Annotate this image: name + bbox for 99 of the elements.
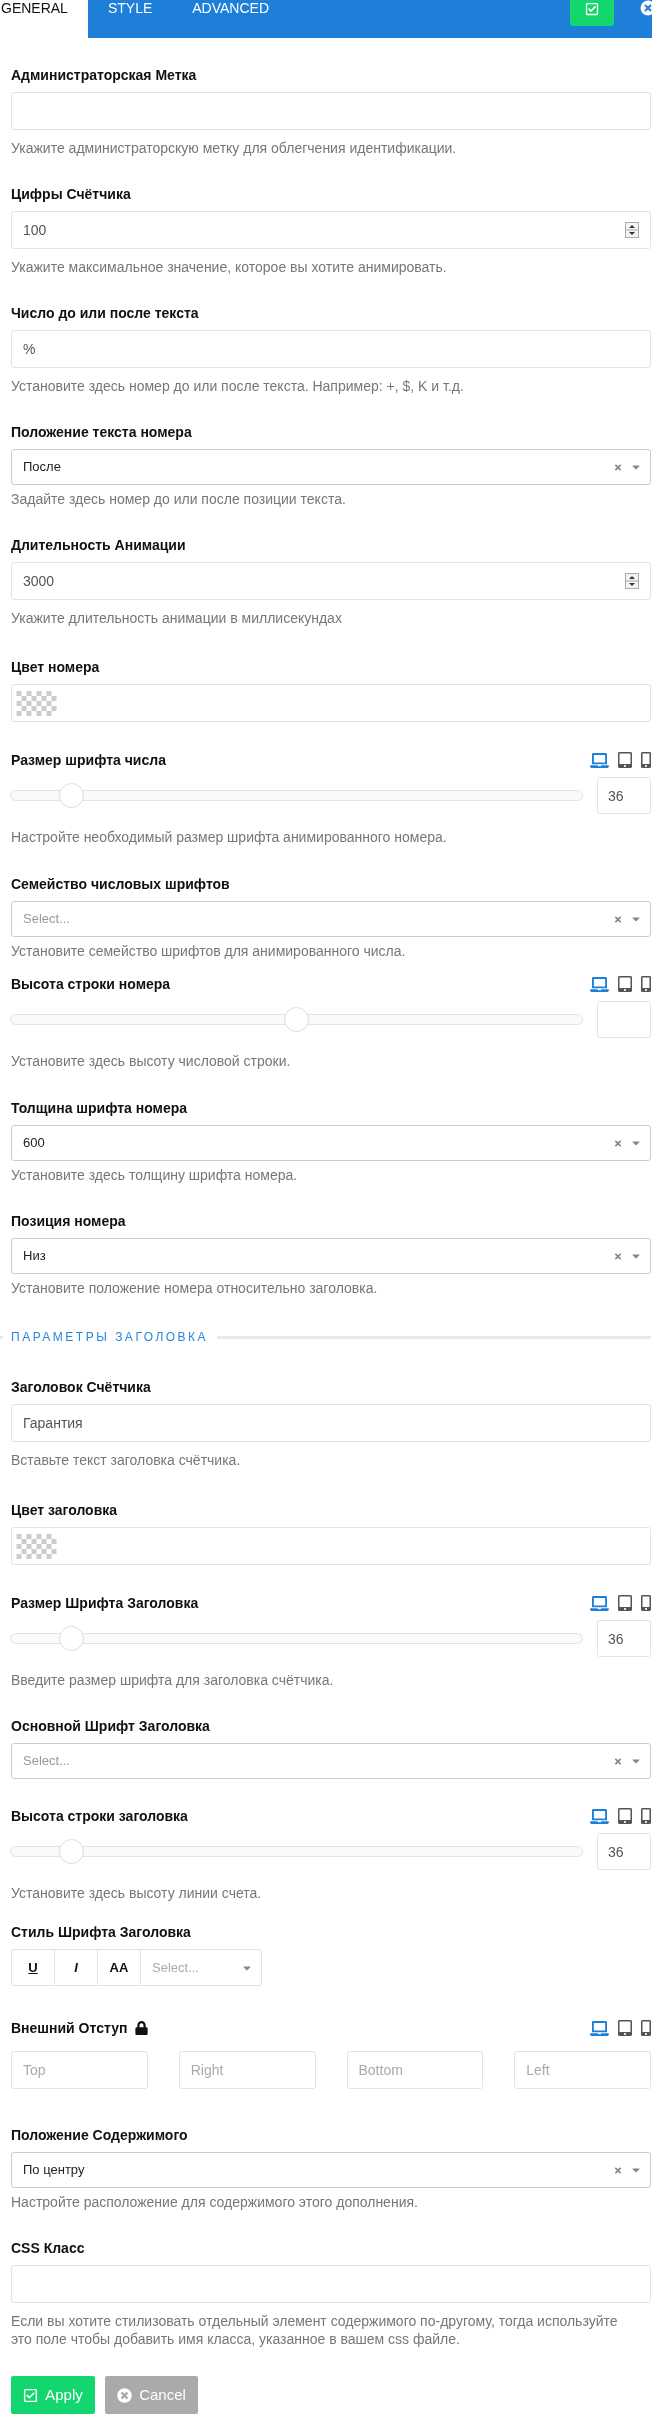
tablet-icon[interactable] xyxy=(618,1595,632,1611)
slider-track[interactable] xyxy=(10,1839,583,1864)
phone-icon[interactable] xyxy=(641,976,651,992)
clear-icon[interactable] xyxy=(614,914,622,924)
uppercase-button[interactable]: AA xyxy=(98,1950,141,1985)
tablet-icon[interactable] xyxy=(618,1808,632,1824)
field-label: Заголовок Счётчика xyxy=(11,1378,152,1396)
number-field[interactable]: 36 xyxy=(597,1620,651,1657)
phone-icon[interactable] xyxy=(641,752,651,768)
phone-icon[interactable] xyxy=(641,2020,651,2036)
field-label: Администраторская Метка xyxy=(11,66,198,84)
text-field[interactable] xyxy=(11,92,651,130)
clear-icon[interactable] xyxy=(614,2165,622,2175)
field-label: Высота строки заголовка xyxy=(11,1807,188,1825)
help-text: Установите семейство шрифтов для анимированного числа. xyxy=(11,942,407,960)
help-text: Настройте расположение для содержимого этого дополнения. xyxy=(11,2193,419,2211)
slider-thumb[interactable] xyxy=(284,1007,309,1032)
laptop-icon[interactable] xyxy=(590,1595,609,1611)
phone-icon[interactable] xyxy=(641,1808,651,1824)
slider-track[interactable] xyxy=(10,783,583,808)
text-field[interactable]: Bottom xyxy=(346,2051,484,2089)
slider-track[interactable] xyxy=(10,1007,583,1032)
close-icon xyxy=(117,2387,133,2403)
help-text: Задайте здесь номер до или после позиции текста. xyxy=(11,490,347,508)
number-field[interactable] xyxy=(597,1001,651,1038)
field-label: CSS Класс xyxy=(11,2239,86,2257)
help-text: Укажите длительность анимации в миллисекундах xyxy=(11,609,343,627)
dropdown[interactable]: Низ xyxy=(11,1238,651,1274)
clear-icon[interactable] xyxy=(614,1138,622,1148)
help-text: Установите здесь толщину шрифта номера. xyxy=(11,1166,299,1184)
slider-thumb[interactable] xyxy=(59,783,85,808)
field-label: Основной Шрифт Заголовка xyxy=(11,1717,211,1735)
field-label: Размер Шрифта Заголовка xyxy=(11,1594,199,1612)
help-text: Если вы хотите стилизовать отдельный элемент содержимого по-другому, тогда используйте это поле чтобы добавить имя класса, указанное в вашем css файле. xyxy=(11,2312,619,2348)
tablet-icon[interactable] xyxy=(618,976,632,992)
text-field[interactable]: Left xyxy=(514,2051,651,2089)
help-text: Настройте необходимый размер шрифта анимированного номера. xyxy=(11,828,448,846)
dropdown[interactable]: По центру xyxy=(11,2152,651,2188)
help-text: Вставьте текст заголовка счётчика. xyxy=(11,1451,242,1469)
italic-button[interactable]: I xyxy=(55,1950,98,1985)
slider-track[interactable] xyxy=(10,1626,583,1651)
help-text: Укажите администраторскую метку для облегчения идентификации. xyxy=(11,139,458,157)
help-text: Укажите максимальное значение, которое вы хотите анимировать. xyxy=(11,258,448,276)
field-label: Цифры Счётчика xyxy=(11,185,132,203)
laptop-icon[interactable] xyxy=(590,1808,609,1824)
save-button[interactable] xyxy=(570,0,614,26)
phone-icon[interactable] xyxy=(641,1595,651,1611)
laptop-icon[interactable] xyxy=(590,2020,609,2036)
tab[interactable]: GENERAL xyxy=(0,0,88,38)
field-label: Цвет номера xyxy=(11,658,101,676)
stepper-icon[interactable] xyxy=(625,573,639,589)
tablet-icon[interactable] xyxy=(618,752,632,768)
clear-icon[interactable] xyxy=(614,1756,622,1766)
text-field[interactable]: Top xyxy=(11,2051,148,2089)
field-label: Положение Содержимого xyxy=(11,2126,189,2144)
text-field[interactable]: % xyxy=(11,330,651,368)
field-label: Стиль Шрифта Заголовка xyxy=(11,1923,192,1941)
transparent-swatch-icon[interactable] xyxy=(16,690,57,716)
field-label: Длительность Анимации xyxy=(11,536,187,554)
number-field[interactable]: 3000 xyxy=(11,562,651,600)
underline-button[interactable]: U xyxy=(12,1950,55,1985)
slider-thumb[interactable] xyxy=(59,1839,85,1864)
field-label: Позиция номера xyxy=(11,1212,127,1230)
field-label: Толщина шрифта номера xyxy=(11,1099,189,1117)
laptop-icon[interactable] xyxy=(590,976,609,992)
field-label: Положение текста номера xyxy=(11,423,193,441)
section-heading: ПАРАМЕТРЫ ЗАГОЛОВКА xyxy=(11,1329,209,1346)
text-field[interactable]: Гарантия xyxy=(11,1404,651,1442)
help-text: Введите размер шрифта для заголовка счётчика. xyxy=(11,1671,335,1689)
help-text: Установите здесь высоту линии счета. xyxy=(11,1884,263,1902)
dropdown[interactable]: 600 xyxy=(11,1125,651,1161)
laptop-icon[interactable] xyxy=(590,752,609,768)
tab[interactable]: ADVANCED xyxy=(172,0,290,38)
text-field[interactable] xyxy=(11,2265,651,2303)
tablet-icon[interactable] xyxy=(618,2020,632,2036)
help-text: Установите здесь высоту числовой строки. xyxy=(11,1052,292,1070)
field-label: Внешний Отступ xyxy=(11,2019,128,2037)
slider-thumb[interactable] xyxy=(59,1626,85,1651)
close-icon[interactable] xyxy=(640,0,652,16)
number-field[interactable]: 36 xyxy=(597,1833,651,1870)
text-field[interactable]: Right xyxy=(178,2051,316,2089)
transparent-swatch-icon[interactable] xyxy=(16,1533,57,1559)
tab[interactable]: STYLE xyxy=(87,0,173,38)
stepper-icon[interactable] xyxy=(625,222,639,238)
help-text: Установите здесь номер до или после текста. Например: +, $, K и т.д. xyxy=(11,377,465,395)
clear-icon[interactable] xyxy=(614,462,622,472)
dropdown[interactable]: После xyxy=(11,449,651,485)
number-field[interactable]: 36 xyxy=(597,777,651,814)
number-field[interactable]: 100 xyxy=(11,211,651,249)
field-label: Размер шрифта числа xyxy=(11,751,166,769)
field-label: Высота строки номера xyxy=(11,975,171,993)
lock-icon[interactable] xyxy=(135,2021,149,2035)
field-label: Цвет заголовка xyxy=(11,1501,119,1519)
field-label: Семейство числовых шрифтов xyxy=(11,875,231,893)
color-field[interactable] xyxy=(11,1527,651,1565)
help-text: Установите положение номера относительно заголовка. xyxy=(11,1279,379,1297)
color-field[interactable] xyxy=(11,684,651,722)
clear-icon[interactable] xyxy=(614,1251,622,1261)
field-label: Число до или после текста xyxy=(11,304,200,322)
